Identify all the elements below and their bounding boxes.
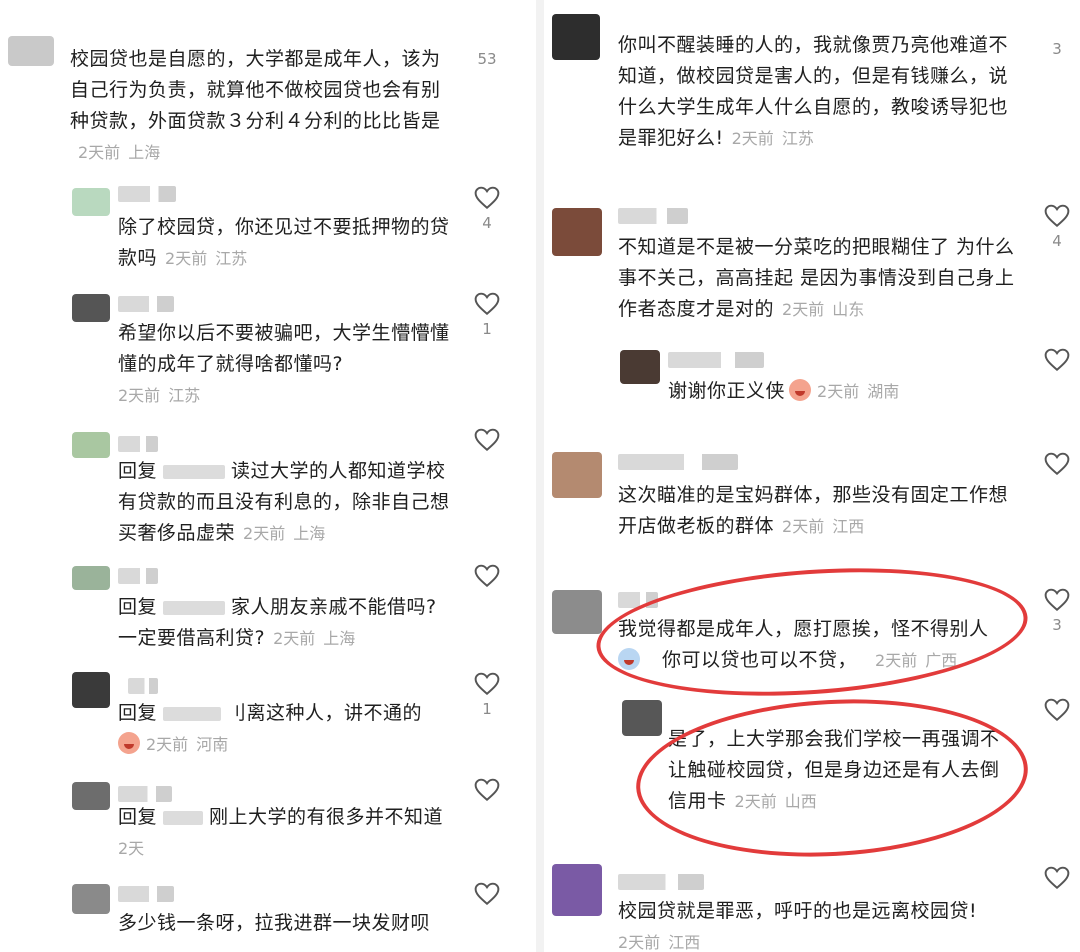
avatar[interactable] (552, 208, 602, 256)
like-button[interactable] (1028, 866, 1080, 890)
username-blurred (118, 186, 176, 202)
comment-text: 希望你以后不要被骗吧，大学生懵懵懂懂的成年了就得啥都懂吗? 2天前 江苏 (118, 322, 450, 405)
comment-text: 校园贷也是自愿的，大学都是成年人，该为自己行为负责，就算他不做校园贷也会有别种贷… (70, 48, 441, 162)
comment-text: 回复 家人朋友亲戚不能借吗? 一定要借高利贷? 2天前 上海 (118, 596, 437, 649)
comment-text: 是了，上大学那会我们学校一再强调不让触碰校园贷，但是身边还是有人去倒信用卡 2天前… (668, 728, 1000, 812)
left-comment-panel: 校园贷也是自愿的，大学都是成年人，该为自己行为负责，就算他不做校园贷也会有别种贷… (0, 0, 536, 952)
avatar[interactable] (72, 294, 110, 322)
username-blurred (618, 592, 658, 608)
username-blurred (668, 352, 764, 368)
comment-text: 除了校园贷，你还见过不要抵押物的贷款吗 2天前 江苏 (118, 216, 450, 269)
avatar[interactable] (622, 700, 662, 736)
like-button[interactable]: 1 (458, 292, 516, 338)
username-blurred (128, 678, 158, 694)
like-count: 53 (477, 50, 497, 68)
like-count: 3 (1052, 616, 1062, 634)
comment-text: 回复 读过大学的人都知道学校有贷款的而且没有利息的，除非自己想买奢侈品虚荣 2天前上… (118, 460, 450, 544)
like-button[interactable] (1028, 452, 1080, 476)
like-button[interactable] (458, 564, 516, 588)
heart-icon (1044, 588, 1070, 612)
like-button[interactable]: 1 (458, 672, 516, 718)
username-blurred (118, 296, 174, 312)
like-button[interactable]: 4 (458, 186, 516, 232)
like-button[interactable] (1028, 348, 1080, 372)
avatar[interactable] (72, 782, 110, 810)
like-count-block[interactable]: 53 (458, 46, 516, 68)
heart-icon (474, 428, 500, 452)
like-count: 4 (482, 214, 492, 232)
comment-text: 回复 刚上大学的有很多并不知道 2天 (118, 806, 444, 858)
like-button[interactable]: 3 (1028, 588, 1080, 634)
heart-icon (1044, 698, 1070, 722)
like-button[interactable] (1028, 698, 1080, 722)
comment-text: 多少钱一条呀，拉我进群一块发财呗 (118, 912, 431, 934)
username-blurred (618, 874, 704, 890)
username-blurred (118, 786, 172, 802)
avatar[interactable] (552, 14, 600, 60)
emoji-icon (789, 379, 812, 401)
avatar[interactable] (72, 566, 110, 590)
comment-text: 不知道是不是被一分菜吃的把眼糊住了 为什么事不关己，高高挂起 是因为事情没到自己… (618, 236, 1015, 320)
heart-icon (474, 778, 500, 802)
emoji-icon (618, 648, 640, 670)
heart-icon (1044, 204, 1070, 228)
like-button[interactable] (458, 882, 516, 906)
comment-text: 谢谢你正义侠 2天前 湖南 (668, 379, 900, 402)
avatar[interactable] (72, 884, 110, 914)
heart-icon (1044, 452, 1070, 476)
heart-icon (474, 292, 500, 316)
username-blurred (118, 436, 158, 452)
heart-icon (1044, 348, 1070, 372)
avatar[interactable] (552, 452, 602, 498)
avatar[interactable] (72, 432, 110, 458)
like-count: 1 (482, 320, 492, 338)
comment-text: 校园贷就是罪恶，呼吁的也是远离校园贷! 2天前 江西 (618, 900, 978, 952)
heart-icon (1044, 866, 1070, 890)
like-count: 4 (1052, 232, 1062, 250)
heart-icon (474, 882, 500, 906)
heart-icon (474, 186, 500, 210)
avatar[interactable] (8, 36, 54, 66)
like-count: 1 (482, 700, 492, 718)
like-count: 3 (1052, 40, 1062, 58)
username-blurred (618, 208, 688, 224)
username-blurred (618, 454, 738, 470)
like-button[interactable] (458, 428, 516, 452)
right-comment-panel: 你叫不醒装睡的人的，我就像贾乃亮他难道不知道，做校园贷是害人的，但是有钱赚么，说… (544, 0, 1080, 952)
comment-text: 你叫不醒装睡的人的，我就像贾乃亮他难道不知道，做校园贷是害人的，但是有钱赚么，说… (618, 34, 1009, 149)
avatar[interactable] (552, 590, 602, 634)
avatar[interactable] (620, 350, 660, 384)
comment-text: 这次瞄准的是宝妈群体，那些没有固定工作想开店做老板的群体 2天前 江西 (618, 484, 1009, 537)
avatar[interactable] (72, 672, 110, 708)
heart-icon (474, 564, 500, 588)
comment-text: 我觉得都是成年人，愿打愿挨，怪不得别人 你可以贷也可以不贷， 2天前 广西 (618, 618, 989, 671)
panel-divider (536, 0, 544, 952)
emoji-icon (118, 732, 140, 754)
like-count-block[interactable]: 3 (1028, 36, 1080, 58)
username-blurred (118, 886, 174, 902)
comment-text: 回复 刂离这种人，讲不通的 2天前 河南 (118, 702, 423, 754)
like-button[interactable] (458, 778, 516, 802)
avatar[interactable] (72, 188, 110, 216)
like-button[interactable]: 4 (1028, 204, 1080, 250)
heart-icon (474, 672, 500, 696)
avatar[interactable] (552, 864, 602, 916)
username-blurred (118, 568, 158, 584)
